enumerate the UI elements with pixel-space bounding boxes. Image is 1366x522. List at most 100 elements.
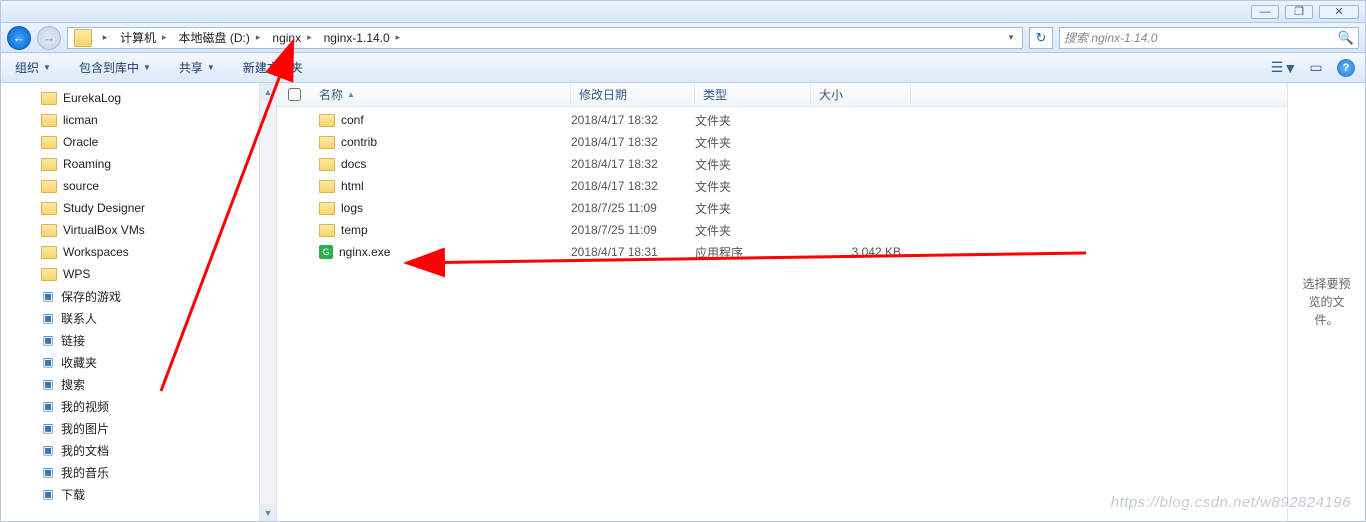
path-root-dropdown[interactable]: ▸ xyxy=(96,32,114,43)
breadcrumb-segment[interactable]: 本地磁盘 (D:)▸ xyxy=(173,28,267,48)
file-name: temp xyxy=(341,223,368,237)
breadcrumb-segment[interactable]: nginx-1.14.0▸ xyxy=(318,28,407,48)
new-folder-button[interactable]: 新建文件夹 xyxy=(239,57,307,78)
include-in-library-button[interactable]: 包含到库中▼ xyxy=(75,57,155,78)
special-folder-icon: ▣ xyxy=(41,421,55,435)
tree-item[interactable]: VirtualBox VMs xyxy=(1,219,276,241)
tree-item[interactable]: Study Designer xyxy=(1,197,276,219)
tree-item[interactable]: ▣链接 xyxy=(1,329,276,351)
forward-button[interactable]: → xyxy=(37,26,61,50)
tree-item[interactable]: ▣ 搜索 xyxy=(1,373,276,395)
minimize-icon: — xyxy=(1260,6,1271,18)
close-button[interactable]: ✕ xyxy=(1319,5,1359,19)
file-type: 文件夹 xyxy=(695,134,811,151)
folder-icon xyxy=(41,180,57,193)
scroll-down-icon[interactable]: ▼ xyxy=(260,504,276,521)
tree-item[interactable]: ▣我的文档 xyxy=(1,439,276,461)
list-icon: ☰ xyxy=(1271,59,1284,76)
maximize-button[interactable]: ❐ xyxy=(1285,5,1313,19)
special-folder-icon: ▣ xyxy=(41,487,55,501)
file-date: 2018/4/17 18:32 xyxy=(571,157,695,171)
file-row[interactable]: conf2018/4/17 18:32文件夹 xyxy=(277,109,1287,131)
tree-item[interactable]: EurekaLog xyxy=(1,87,276,109)
tree-scrollbar[interactable]: ▲ ▼ xyxy=(259,83,276,521)
chevron-right-icon: ▸ xyxy=(307,32,312,43)
folder-icon xyxy=(74,29,92,47)
tree-item[interactable]: licman xyxy=(1,109,276,131)
column-date[interactable]: 修改日期 xyxy=(571,83,695,106)
column-name[interactable]: 名称▲ xyxy=(311,83,571,106)
file-name: contrib xyxy=(341,135,377,149)
file-type: 文件夹 xyxy=(695,200,811,217)
column-size[interactable]: 大小 xyxy=(811,83,911,106)
tree-item[interactable]: Oracle xyxy=(1,131,276,153)
folder-icon xyxy=(319,180,335,193)
column-type[interactable]: 类型 xyxy=(695,83,811,106)
help-icon: ? xyxy=(1343,62,1350,74)
tree-item[interactable]: ▣我的图片 xyxy=(1,417,276,439)
titlebar: — ❐ ✕ xyxy=(1,1,1365,23)
organize-button[interactable]: 组织▼ xyxy=(11,57,55,78)
special-folder-icon: ▣ xyxy=(41,311,55,325)
tree-item-label: 我的文档 xyxy=(61,442,109,459)
chevron-right-icon: ▸ xyxy=(396,32,401,43)
back-button[interactable]: ← xyxy=(7,26,31,50)
address-dropdown[interactable]: ▾ xyxy=(1002,32,1020,43)
chevron-right-icon: ▸ xyxy=(162,32,167,43)
tree-item[interactable]: ▣我的音乐 xyxy=(1,461,276,483)
special-folder-icon: ▣ xyxy=(41,289,55,303)
file-date: 2018/4/17 18:31 xyxy=(571,245,695,259)
file-list[interactable]: 名称▲ 修改日期 类型 大小 conf2018/4/17 18:32文件夹con… xyxy=(277,83,1287,521)
view-mode-button[interactable]: ☰▼ xyxy=(1273,58,1295,78)
preview-pane-toggle[interactable]: ▭ xyxy=(1305,58,1327,78)
folder-icon xyxy=(41,224,57,237)
search-input[interactable]: 搜索 nginx-1.14.0 🔍 xyxy=(1059,27,1359,49)
tree-item-label: Study Designer xyxy=(63,201,145,215)
nav-tree[interactable]: EurekaLog licman Oracle Roamingsource Study … xyxy=(1,83,277,521)
tree-item[interactable]: source xyxy=(1,175,276,197)
file-date: 2018/7/25 11:09 xyxy=(571,223,695,237)
share-button[interactable]: 共享▼ xyxy=(175,57,219,78)
tree-item-label: 收藏夹 xyxy=(61,354,97,371)
folder-icon xyxy=(41,114,57,127)
maximize-icon: ❐ xyxy=(1294,5,1304,18)
tree-item[interactable]: ▣我的视频 xyxy=(1,395,276,417)
address-bar[interactable]: ▸ 计算机▸本地磁盘 (D:)▸nginx▸nginx-1.14.0▸ ▾ xyxy=(67,27,1023,49)
content-pane: 名称▲ 修改日期 类型 大小 conf2018/4/17 18:32文件夹con… xyxy=(277,83,1365,521)
tree-item-label: Oracle xyxy=(63,135,98,149)
tree-item-label: EurekaLog xyxy=(63,91,121,105)
sort-asc-icon: ▲ xyxy=(347,90,355,99)
file-row[interactable]: contrib2018/4/17 18:32文件夹 xyxy=(277,131,1287,153)
tree-item[interactable]: Workspaces xyxy=(1,241,276,263)
folder-icon xyxy=(319,114,335,127)
tree-item[interactable]: ▣联系人 xyxy=(1,307,276,329)
file-row[interactable]: logs2018/7/25 11:09文件夹 xyxy=(277,197,1287,219)
select-all-checkbox[interactable] xyxy=(288,88,301,101)
special-folder-icon: ▣ xyxy=(41,399,55,413)
file-row[interactable]: Gnginx.exe2018/4/17 18:31应用程序3,042 KB xyxy=(277,241,1287,263)
tree-item[interactable]: Roaming xyxy=(1,153,276,175)
minimize-button[interactable]: — xyxy=(1251,5,1279,19)
file-name: nginx.exe xyxy=(339,245,390,259)
file-date: 2018/4/17 18:32 xyxy=(571,113,695,127)
search-placeholder: 搜索 nginx-1.14.0 xyxy=(1064,29,1157,46)
tree-item[interactable]: WPS xyxy=(1,263,276,285)
file-row[interactable]: docs2018/4/17 18:32文件夹 xyxy=(277,153,1287,175)
file-type: 应用程序 xyxy=(695,244,811,261)
column-header[interactable]: 名称▲ 修改日期 类型 大小 xyxy=(277,83,1287,107)
search-icon: 🔍 xyxy=(1338,30,1354,46)
scroll-up-icon[interactable]: ▲ xyxy=(260,83,276,100)
tree-item-label: 搜索 xyxy=(61,376,85,393)
file-row[interactable]: temp2018/7/25 11:09文件夹 xyxy=(277,219,1287,241)
help-button[interactable]: ? xyxy=(1337,59,1355,77)
chevron-down-icon: ▼ xyxy=(1283,60,1297,76)
refresh-button[interactable]: ↻ xyxy=(1029,27,1053,49)
tree-item[interactable]: ▣保存的游戏 xyxy=(1,285,276,307)
file-row[interactable]: html2018/4/17 18:32文件夹 xyxy=(277,175,1287,197)
breadcrumb-segment[interactable]: nginx▸ xyxy=(266,28,317,48)
folder-icon xyxy=(41,136,57,149)
tree-item[interactable]: ▣下载 xyxy=(1,483,276,505)
special-folder-icon: ▣ xyxy=(41,377,55,391)
breadcrumb-segment[interactable]: 计算机▸ xyxy=(114,28,173,48)
tree-item[interactable]: ▣收藏夹 xyxy=(1,351,276,373)
